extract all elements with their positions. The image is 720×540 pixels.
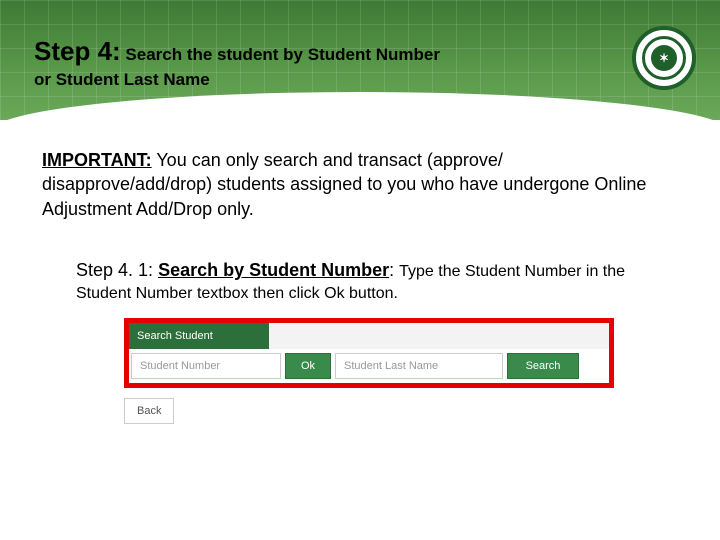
red-highlight: Search Student Student Number Ok Student… bbox=[124, 318, 614, 388]
student-number-input[interactable]: Student Number bbox=[131, 353, 281, 379]
slide: ✶ Step 4: Search the student by Student … bbox=[0, 0, 720, 540]
search-button[interactable]: Search bbox=[507, 353, 579, 379]
important-lead: IMPORTANT: bbox=[42, 150, 152, 170]
substep-4-1: Step 4. 1: Search by Student Number: Typ… bbox=[76, 258, 636, 304]
back-button[interactable]: Back bbox=[124, 398, 174, 424]
ok-button[interactable]: Ok bbox=[285, 353, 331, 379]
student-lastname-input[interactable]: Student Last Name bbox=[335, 353, 503, 379]
substep-head-tail: : bbox=[389, 260, 399, 280]
seal-star-icon: ✶ bbox=[651, 45, 677, 71]
back-row: Back bbox=[124, 398, 614, 424]
widget-header-spacer bbox=[269, 323, 609, 349]
page-title: Step 4: Search the student by Student Nu… bbox=[34, 34, 594, 92]
widget-header-label: Search Student bbox=[129, 323, 269, 349]
substep-head-underline: Search by Student Number bbox=[158, 260, 389, 280]
important-note: IMPORTANT: You can only search and trans… bbox=[42, 148, 647, 221]
substep-head-plain: Step 4. 1: bbox=[76, 260, 158, 280]
widget-header-bar: Search Student bbox=[129, 323, 609, 349]
title-line2: or Student Last Name bbox=[34, 69, 594, 92]
search-widget: Search Student Student Number Ok Student… bbox=[124, 318, 614, 424]
college-seal: ✶ bbox=[632, 26, 696, 90]
search-row: Student Number Ok Student Last Name Sear… bbox=[129, 351, 609, 381]
seal-ring: ✶ bbox=[642, 36, 686, 80]
step-label: Step 4: bbox=[34, 36, 121, 66]
title-line1-rest: Search the student by Student Number bbox=[121, 45, 440, 64]
